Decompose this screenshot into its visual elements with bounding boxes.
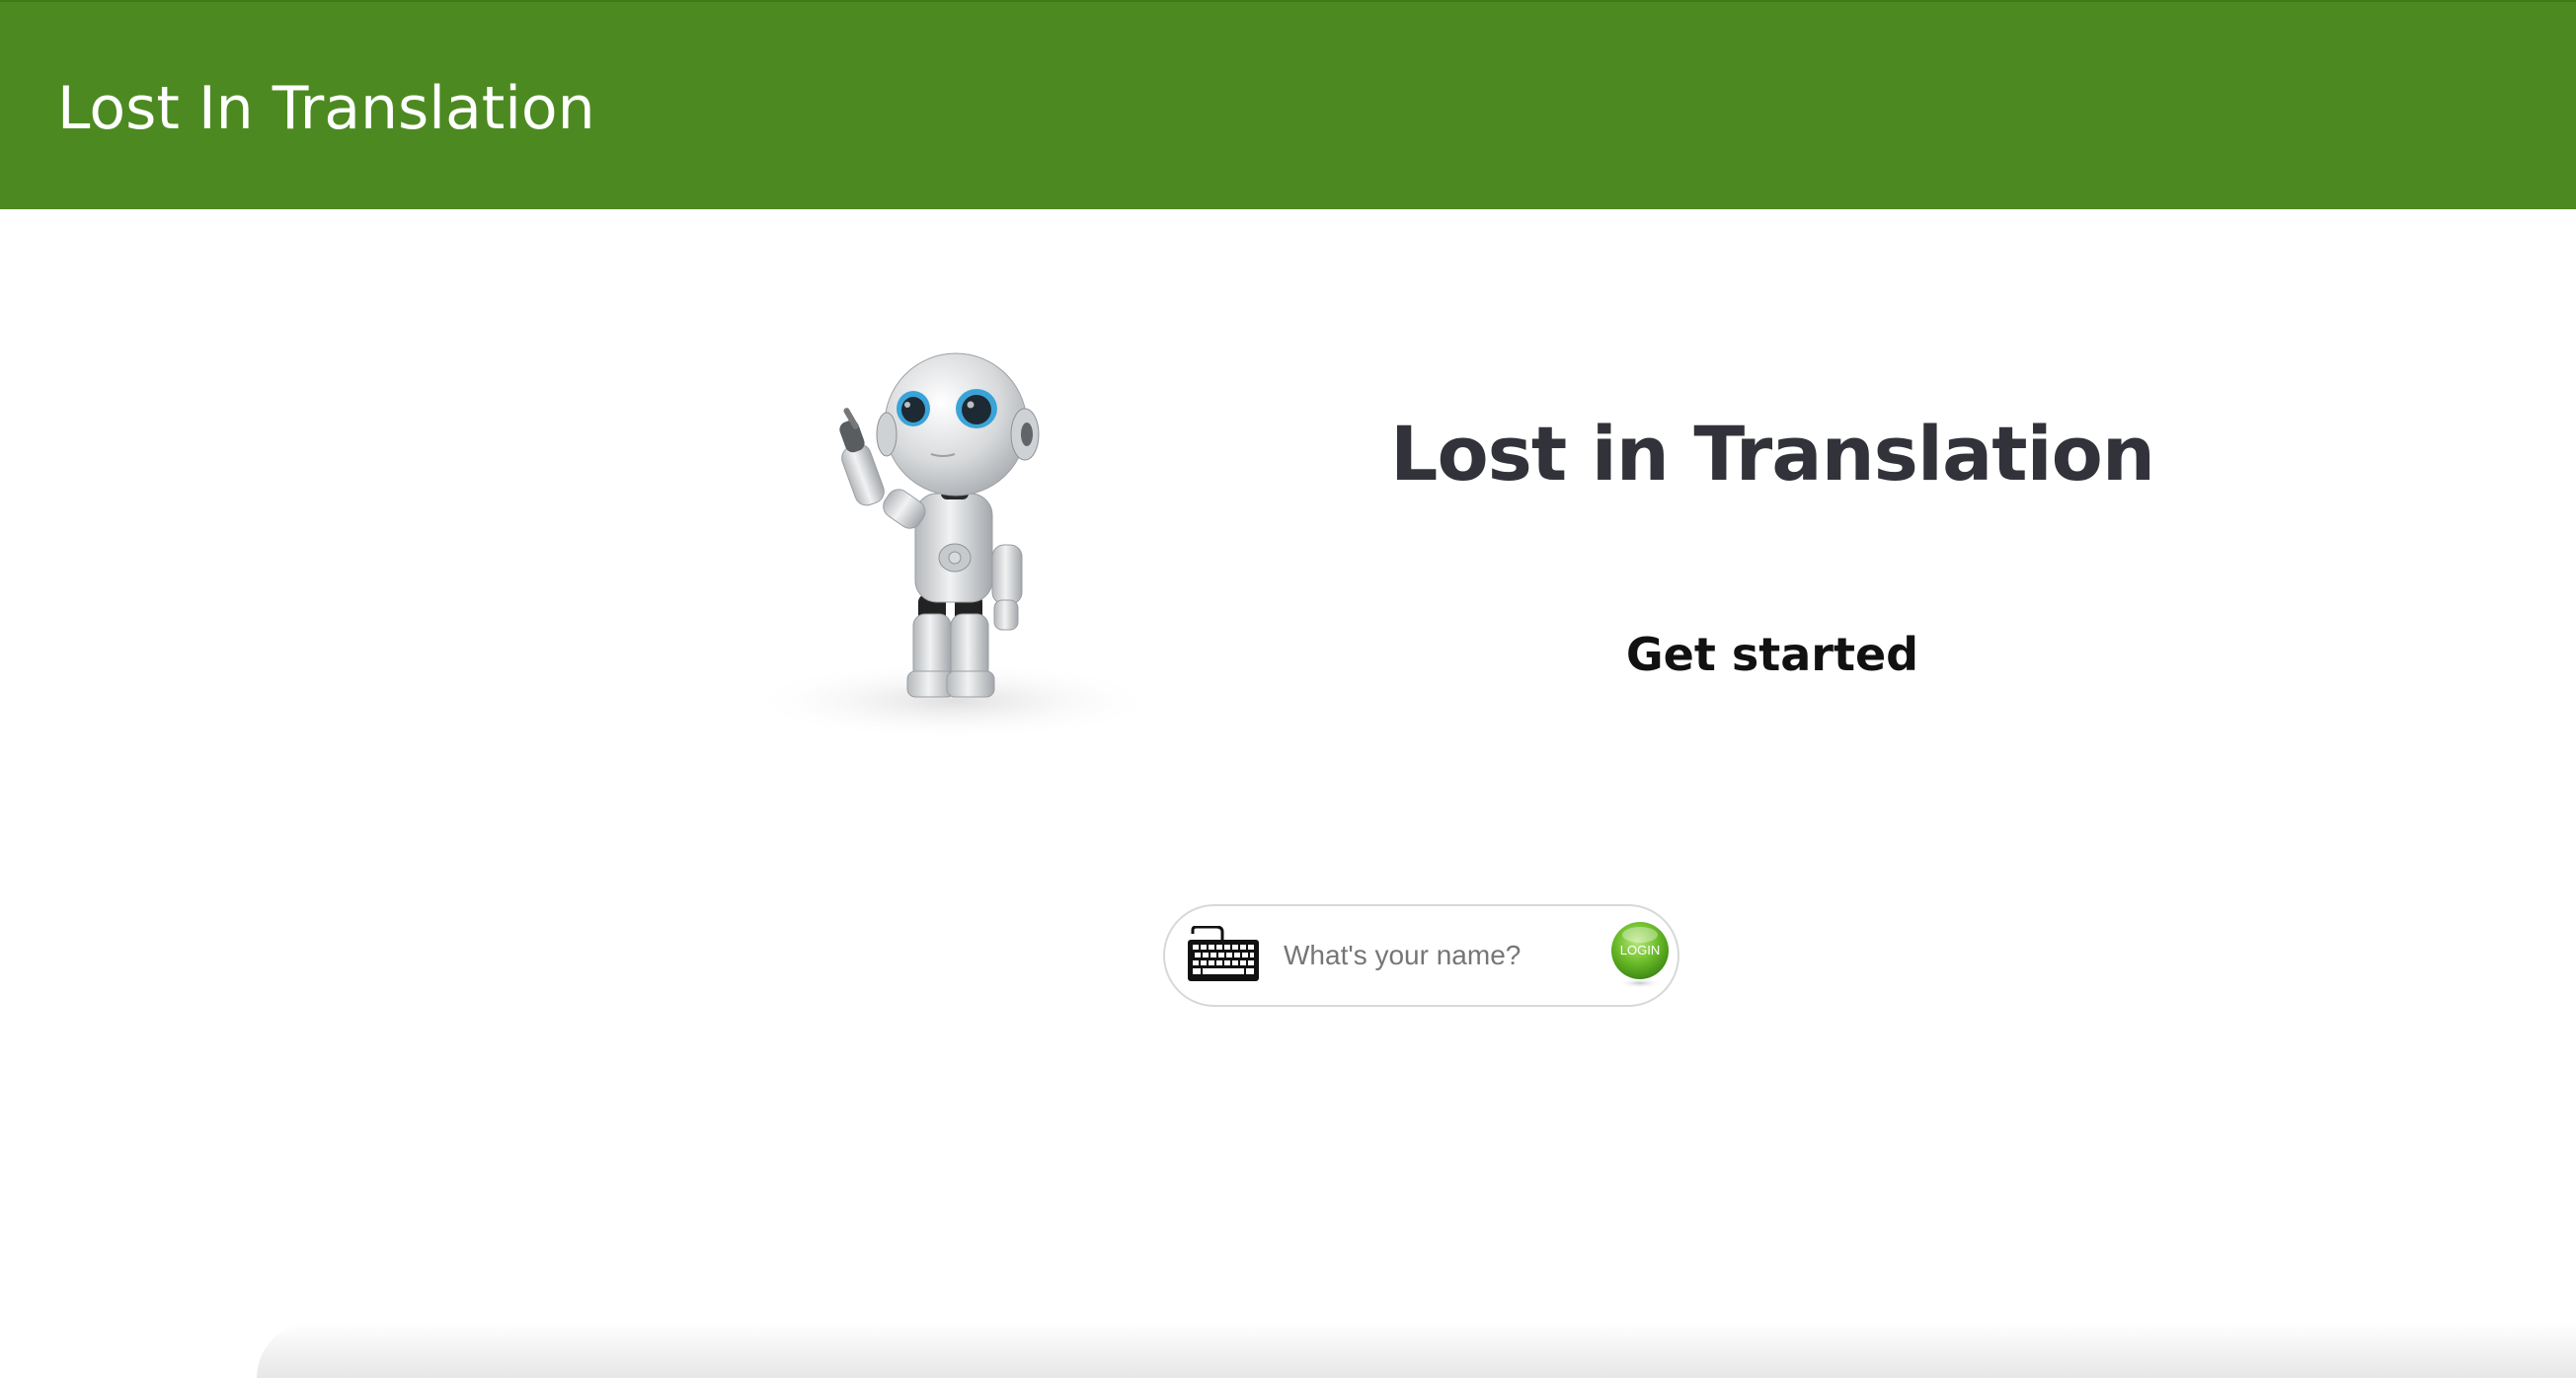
app-title: Lost In Translation <box>57 74 595 143</box>
page: Lost In Translation Lost in Translation … <box>0 0 2576 1378</box>
hero-title: Lost in Translation <box>1390 410 2155 498</box>
name-input[interactable] <box>1284 928 1580 983</box>
login-button[interactable]: LOGIN <box>1609 921 1671 990</box>
get-started-heading: Get started <box>1625 628 1919 681</box>
login-form: LOGIN <box>1163 904 1679 1007</box>
robot-illustration <box>745 336 1180 750</box>
bottom-shadow <box>257 1323 2576 1378</box>
keyboard-icon <box>1187 926 1260 983</box>
app-header: Lost In Translation <box>0 0 2576 209</box>
